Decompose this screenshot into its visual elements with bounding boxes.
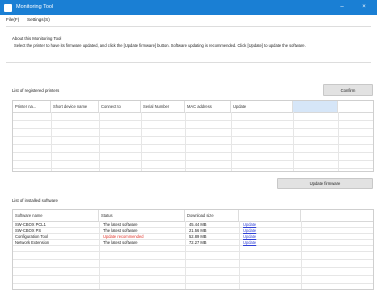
- column-software-name[interactable]: Software name: [13, 210, 99, 221]
- about-description: Select the printer to have its firmware …: [14, 43, 306, 48]
- printers-heading: List of registered printers: [12, 88, 60, 93]
- grid-line: [141, 112, 142, 171]
- printers-table[interactable]: Printer na... Short device name Connect …: [12, 100, 374, 172]
- grid-line: [13, 259, 373, 260]
- column-mac-address[interactable]: MAC address: [185, 101, 231, 112]
- download-size-cell: 72.27 MB: [189, 239, 207, 245]
- software-heading: List of installed software: [12, 198, 58, 203]
- menu-bar: [0, 15, 377, 25]
- section-separator: [6, 62, 371, 63]
- window-title: Monitoring Tool: [16, 4, 54, 10]
- grid-line: [185, 221, 186, 289]
- column-spacer: [301, 210, 373, 221]
- status-cell: The latest software: [103, 239, 138, 245]
- grid-line: [13, 251, 373, 252]
- grid-line: [293, 112, 294, 171]
- minimize-button[interactable]: –: [335, 2, 349, 13]
- column-update[interactable]: Update: [231, 101, 293, 112]
- software-table-header: Software name Status Download size: [13, 210, 373, 222]
- grid-line: [13, 283, 373, 284]
- grid-line: [99, 112, 100, 171]
- about-heading: About this Monitoring Tool: [12, 36, 62, 41]
- menu-separator: [6, 26, 371, 27]
- menu-settings[interactable]: Settings(S): [27, 17, 50, 23]
- confirm-button[interactable]: Confirm: [323, 84, 373, 96]
- software-table[interactable]: Software name Status Download size SW-CB…: [12, 209, 374, 290]
- grid-line: [338, 112, 339, 171]
- grid-line: [13, 168, 373, 169]
- column-short-device-name[interactable]: Short device name: [51, 101, 99, 112]
- grid-line: [13, 275, 373, 276]
- grid-line: [239, 221, 240, 289]
- grid-line: [13, 128, 373, 129]
- software-name-cell: Network Extension: [15, 239, 50, 245]
- selected-header-cell[interactable]: [293, 101, 338, 112]
- grid-line: [185, 112, 186, 171]
- grid-line: [13, 152, 373, 153]
- grid-line: [13, 160, 373, 161]
- column-connect-to[interactable]: Connect to: [99, 101, 141, 112]
- grid-line: [13, 136, 373, 137]
- title-bar[interactable]: [0, 0, 377, 15]
- grid-line: [51, 112, 52, 171]
- update-firmware-button[interactable]: Update firmware: [277, 178, 373, 189]
- update-link[interactable]: Update: [243, 240, 256, 247]
- grid-line: [13, 120, 373, 121]
- column-status[interactable]: Status: [99, 210, 185, 221]
- column-download-size[interactable]: Download size: [185, 210, 239, 221]
- column-printer-name[interactable]: Printer na...: [13, 101, 51, 112]
- close-button[interactable]: ×: [357, 2, 371, 13]
- grid-line: [301, 221, 302, 289]
- menu-file[interactable]: File(F): [6, 17, 19, 23]
- grid-line: [99, 221, 100, 289]
- column-action[interactable]: [239, 210, 301, 221]
- app-icon: [4, 3, 12, 12]
- column-serial-number[interactable]: Serial Number: [141, 101, 185, 112]
- printers-table-header: Printer na... Short device name Connect …: [13, 101, 373, 113]
- grid-line: [231, 112, 232, 171]
- grid-line: [13, 267, 373, 268]
- grid-line: [13, 144, 373, 145]
